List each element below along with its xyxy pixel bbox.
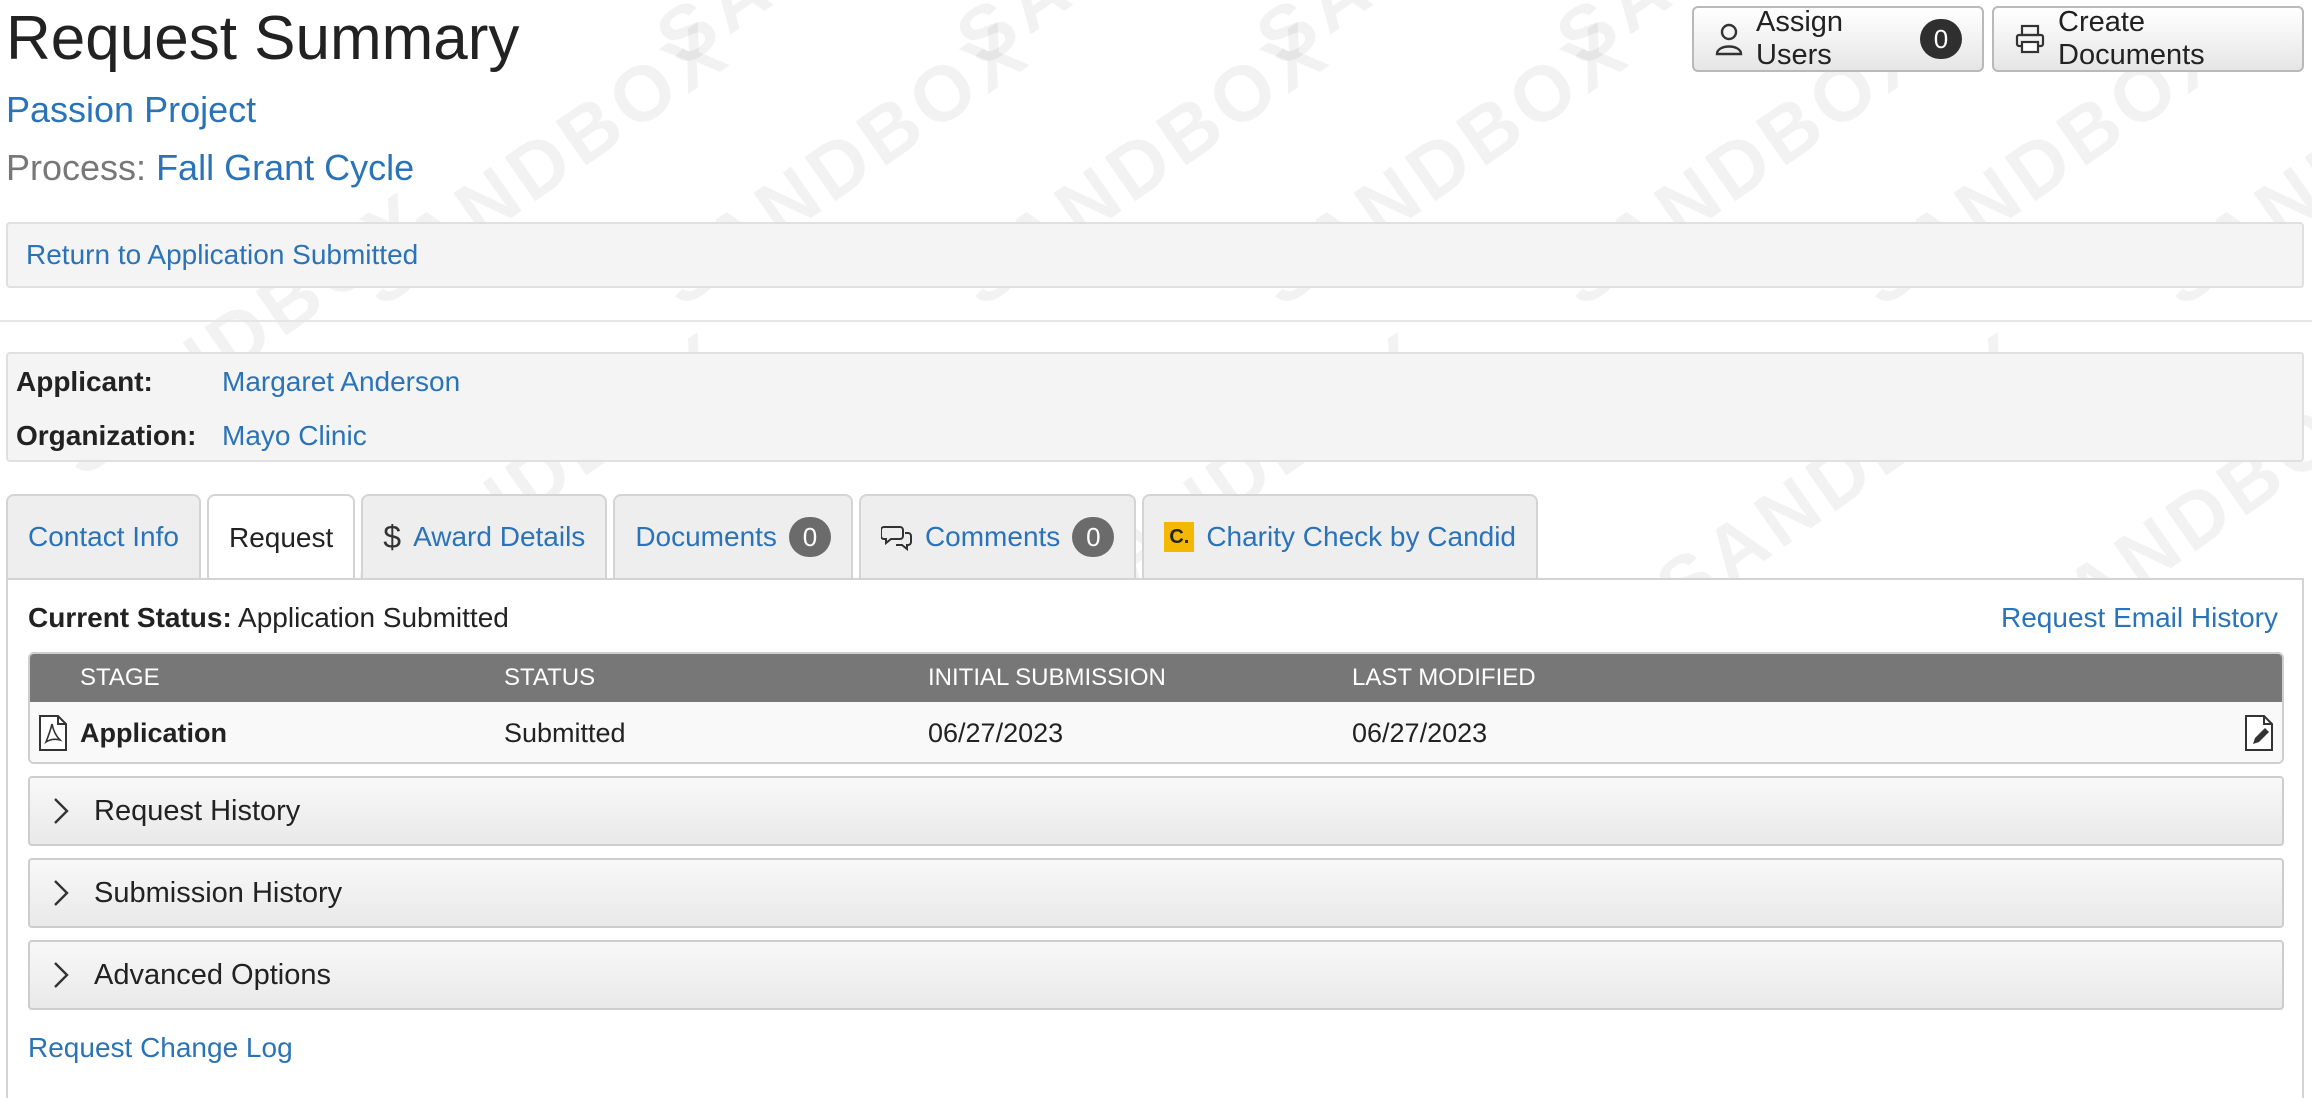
request-history-accordion[interactable]: Request History	[28, 776, 2284, 846]
divider	[0, 320, 2312, 322]
current-status: Current Status: Application Submitted	[28, 602, 509, 634]
candid-logo-icon: C.	[1164, 522, 1195, 552]
initial-submission-cell: 06/27/2023	[928, 718, 1064, 748]
tab-contact-info[interactable]: Contact Info	[6, 494, 201, 578]
process-label: Process:	[6, 147, 147, 188]
column-header-initial-submission: Initial Submission	[928, 664, 1166, 691]
accordion-label: Submission History	[94, 876, 343, 909]
tab-label: Comments	[924, 521, 1061, 552]
chevron-right-icon	[52, 796, 70, 826]
assign-users-label: Assign Users	[1756, 6, 1844, 71]
page-title: Request Summary	[6, 4, 520, 73]
organization-name-link[interactable]: Mayo Clinic	[222, 420, 367, 452]
advanced-options-accordion[interactable]: Advanced Options	[28, 940, 2284, 1010]
tab-label: Request	[228, 522, 334, 553]
documents-count-badge: 0	[788, 517, 831, 557]
tab-charity-check[interactable]: C. Charity Check by Candid	[1142, 494, 1539, 578]
applicant-label: Applicant:	[16, 366, 153, 397]
stage-table: Stage Status Initial Submission Last Mod…	[28, 652, 2284, 764]
printer-icon	[2014, 23, 2046, 55]
organization-row: Organization: Mayo Clinic	[16, 420, 367, 452]
last-modified-cell: 06/27/2023	[1352, 718, 1488, 748]
watermark-text: SANDBOX	[940, 0, 1346, 85]
request-email-history-link[interactable]: Request Email History	[2001, 602, 2278, 634]
chevron-right-icon	[52, 878, 70, 908]
process-link[interactable]: Fall Grant Cycle	[156, 147, 414, 188]
user-icon	[1714, 22, 1744, 56]
return-to-application-submitted-link[interactable]: Return to Application Submitted	[26, 239, 418, 271]
tab-award-details[interactable]: $ Award Details	[361, 494, 608, 578]
current-status-label: Current Status:	[28, 602, 232, 633]
process-line: Process: Fall Grant Cycle	[6, 146, 414, 190]
project-link[interactable]: Passion Project	[6, 88, 256, 132]
submission-history-accordion[interactable]: Submission History	[28, 858, 2284, 928]
stage-cell: Application	[80, 718, 227, 748]
current-status-value: Application Submitted	[238, 602, 509, 633]
edit-document-icon[interactable]	[2244, 714, 2274, 752]
table-row: Application Submitted 06/27/2023 06/27/2…	[30, 702, 2282, 762]
watermark-text: SANDBOX	[1240, 0, 1646, 85]
applicant-name-link[interactable]: Margaret Anderson	[222, 366, 460, 398]
table-header: Stage Status Initial Submission Last Mod…	[30, 654, 2282, 702]
tab-request[interactable]: Request	[206, 494, 356, 580]
assign-users-button[interactable]: Assign Users 0	[1692, 6, 1984, 72]
column-header-last-modified: Last Modified	[1352, 664, 1536, 691]
status-cell: Submitted	[504, 718, 626, 748]
accordion-label: Request History	[94, 794, 301, 827]
accordion-label: Advanced Options	[94, 958, 331, 991]
tab-documents[interactable]: Documents 0	[613, 494, 853, 578]
return-bar: Return to Application Submitted	[6, 222, 2304, 288]
comments-count-badge: 0	[1072, 517, 1115, 557]
column-header-stage: Stage	[80, 664, 160, 691]
tab-label: Contact Info	[28, 521, 179, 552]
column-header-status: Status	[504, 664, 596, 691]
tab-label: Charity Check by Candid	[1206, 521, 1517, 552]
request-tab-panel: Current Status: Application Submitted Re…	[6, 578, 2304, 1098]
applicant-row: Applicant: Margaret Anderson	[16, 366, 460, 398]
dollar-icon: $	[383, 518, 402, 555]
pdf-icon[interactable]	[38, 714, 68, 752]
organization-label: Organization:	[16, 420, 197, 451]
tab-bar: Contact Info Request $ Award Details Doc…	[6, 494, 1539, 580]
applicant-info-box: Applicant: Margaret Anderson Organizatio…	[6, 352, 2304, 462]
tab-comments[interactable]: Comments 0	[858, 494, 1137, 578]
create-documents-button[interactable]: Create Documents	[1992, 6, 2304, 72]
request-change-log-link[interactable]: Request Change Log	[28, 1032, 293, 1064]
tab-label: Award Details	[413, 521, 586, 552]
tab-label: Documents	[635, 521, 777, 552]
comments-icon	[880, 523, 913, 551]
watermark-text: SANDBOX	[640, 0, 1046, 85]
chevron-right-icon	[52, 960, 70, 990]
assign-users-count-badge: 0	[1920, 19, 1962, 59]
create-documents-label: Create Documents	[2058, 6, 2205, 71]
